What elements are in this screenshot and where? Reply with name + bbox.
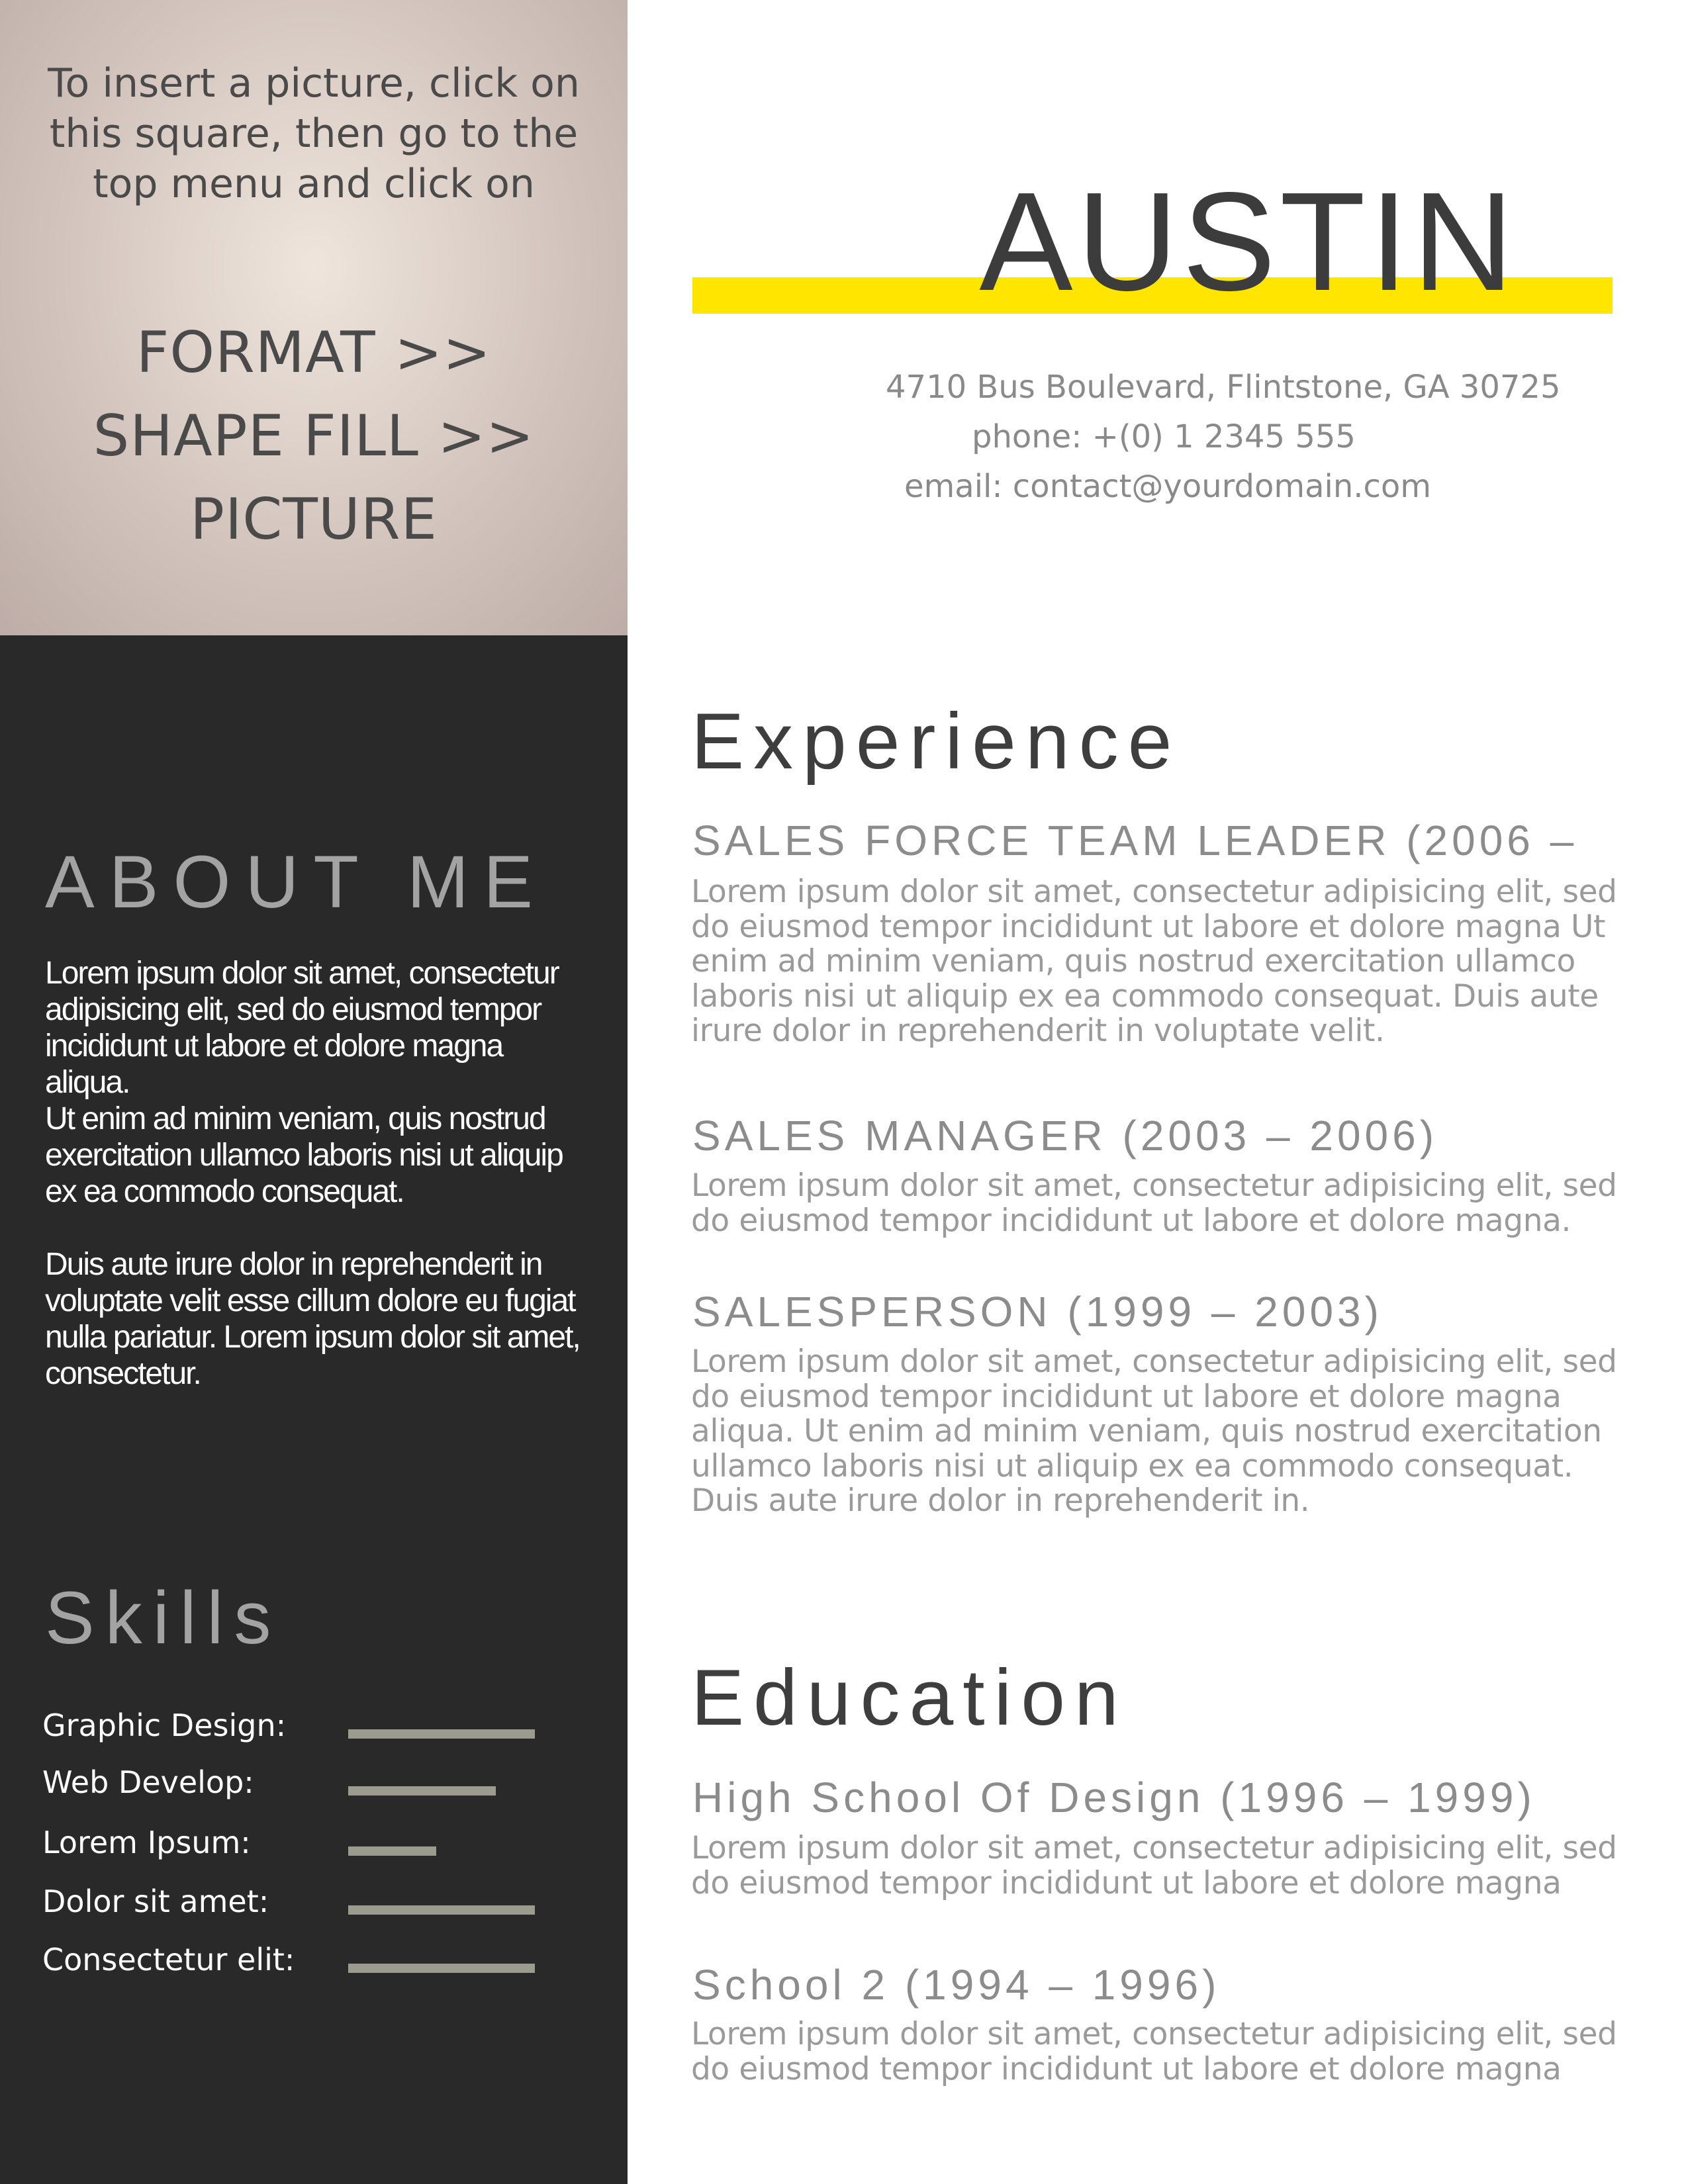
education-heading: Education bbox=[691, 1653, 1128, 1742]
candidate-name: AUSTIN bbox=[979, 163, 1518, 320]
contact-email: email: contact@yourdomain.com bbox=[904, 468, 1432, 505]
about-paragraph-3: Duis aute irure dolor in reprehenderit i… bbox=[45, 1247, 581, 1391]
experience-heading: Experience bbox=[691, 697, 1182, 786]
skills-heading: Skills bbox=[45, 1576, 282, 1659]
photo-step-format: FORMAT >> bbox=[136, 320, 492, 386]
about-paragraph-1: Lorem ipsum dolor sit amet, consectetur … bbox=[45, 956, 560, 1100]
experience-entry-title: SALESPERSON (1999 – 2003) bbox=[692, 1288, 1383, 1336]
skill-row: Dolor sit amet: bbox=[42, 1882, 559, 1921]
photo-steps: FORMAT >> SHAPE FILL >> PICTURE bbox=[26, 311, 601, 561]
skill-level-bar bbox=[348, 1905, 535, 1915]
education-entry-body: Lorem ipsum dolor sit amet, consectetur … bbox=[691, 1830, 1617, 1901]
skill-label: Graphic Design: bbox=[42, 1707, 287, 1743]
skill-label: Lorem Ipsum: bbox=[42, 1825, 251, 1860]
about-heading: ABOUT ME bbox=[45, 841, 547, 923]
skill-row: Web Develop: bbox=[42, 1762, 559, 1802]
skill-label: Web Develop: bbox=[42, 1764, 254, 1800]
skill-level-bar bbox=[348, 1786, 496, 1796]
photo-instructions: To insert a picture, click on this squar… bbox=[48, 60, 580, 207]
skill-row: Graphic Design: bbox=[42, 1706, 559, 1745]
experience-entry-body: Lorem ipsum dolor sit amet, consectetur … bbox=[691, 874, 1617, 1049]
skill-level-bar bbox=[348, 1729, 535, 1739]
photo-placeholder[interactable]: To insert a picture, click on this squar… bbox=[0, 0, 628, 635]
education-entry-body: Lorem ipsum dolor sit amet, consectetur … bbox=[691, 2016, 1617, 2087]
skill-row: Lorem Ipsum: bbox=[42, 1823, 559, 1862]
education-entry-title: School 2 (1994 – 1996) bbox=[692, 1961, 1221, 2009]
skill-level-bar bbox=[348, 1846, 436, 1856]
experience-entry-body: Lorem ipsum dolor sit amet, consectetur … bbox=[691, 1343, 1617, 1519]
photo-step-picture: PICTURE bbox=[190, 486, 438, 553]
experience-entry-title: SALES FORCE TEAM LEADER (2006 – bbox=[692, 817, 1578, 864]
education-entry-title: High School Of Design (1996 – 1999) bbox=[692, 1774, 1536, 1821]
photo-step-shape-fill: SHAPE FILL >> bbox=[93, 403, 535, 469]
skill-level-bar bbox=[348, 1964, 535, 1973]
contact-address: 4710 Bus Boulevard, Flintstone, GA 30725 bbox=[886, 369, 1561, 406]
skill-label: Consectetur elit: bbox=[42, 1942, 295, 1978]
about-paragraph-2: Ut enim ad minim veniam, quis nostrud ex… bbox=[45, 1101, 564, 1209]
experience-entry-title: SALES MANAGER (2003 – 2006) bbox=[692, 1112, 1438, 1160]
skill-label: Dolor sit amet: bbox=[42, 1884, 269, 1919]
experience-entry-body: Lorem ipsum dolor sit amet, consectetur … bbox=[691, 1167, 1617, 1239]
about-text: Lorem ipsum dolor sit amet, consectetur … bbox=[45, 955, 588, 1428]
contact-phone: phone: +(0) 1 2345 555 bbox=[972, 418, 1356, 455]
skill-row: Consectetur elit: bbox=[42, 1940, 559, 1979]
